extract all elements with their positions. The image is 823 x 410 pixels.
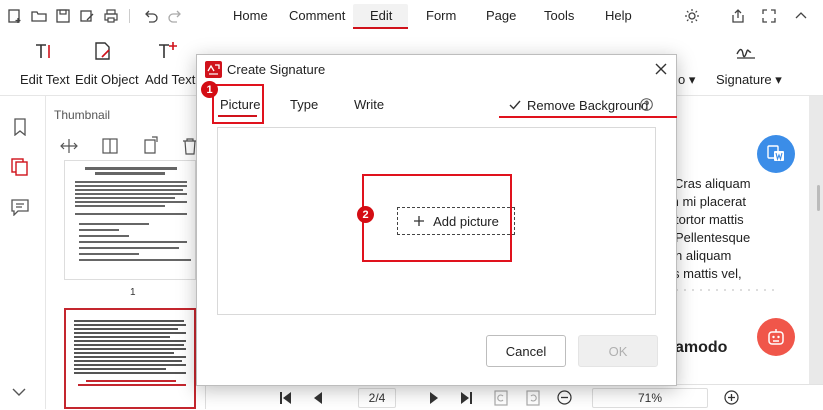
doc-line-5: n aliquam bbox=[675, 248, 732, 263]
rotate-right-icon[interactable] bbox=[526, 390, 540, 406]
remove-background-checkbox[interactable] bbox=[508, 98, 522, 112]
doc-line-6: s mattis vel, bbox=[673, 266, 742, 281]
convert-word-icon bbox=[767, 145, 784, 161]
edit-object-icon bbox=[95, 42, 110, 60]
redo-icon[interactable] bbox=[167, 8, 183, 24]
callout-1: 1 bbox=[201, 81, 218, 98]
doc-line-1: Cras aliquam bbox=[674, 176, 751, 191]
save-icon[interactable] bbox=[55, 8, 71, 24]
doc-line-4: Pellentesque bbox=[675, 230, 751, 245]
thumbnail-page-1[interactable] bbox=[64, 160, 196, 280]
thumbnail-panel: Thumbnail 1 bbox=[46, 96, 206, 409]
rotate-left-icon[interactable] bbox=[494, 390, 508, 406]
bottom-navigation-bar: 2/4 71% bbox=[206, 384, 823, 409]
extract-page-icon[interactable] bbox=[142, 136, 160, 154]
zoom-level[interactable]: 71% bbox=[592, 388, 708, 408]
signature-icon bbox=[736, 48, 755, 59]
bookmark-icon[interactable] bbox=[12, 118, 28, 136]
annotation-box-picture bbox=[212, 84, 264, 124]
add-text-button[interactable]: Add Text bbox=[145, 72, 195, 87]
menu-form[interactable]: Form bbox=[426, 8, 456, 23]
thumbnail-page-2-preview bbox=[74, 320, 186, 386]
collapse-chevron-icon[interactable] bbox=[793, 8, 809, 24]
edit-text-button[interactable]: Edit Text bbox=[20, 72, 70, 87]
theme-sun-icon[interactable] bbox=[684, 8, 700, 24]
edit-save-icon[interactable] bbox=[79, 8, 95, 24]
menu-tools[interactable]: Tools bbox=[544, 8, 574, 23]
zoom-in-icon[interactable] bbox=[724, 390, 739, 405]
title-bar: Home Comment Edit Form Page Tools Help bbox=[0, 0, 823, 32]
vertical-scrollbar[interactable] bbox=[817, 185, 820, 211]
tab-write[interactable]: Write bbox=[354, 97, 384, 112]
last-page-icon[interactable] bbox=[459, 391, 473, 405]
fit-width-icon[interactable] bbox=[60, 138, 78, 154]
ai-assistant-button[interactable] bbox=[757, 318, 795, 356]
zoom-out-icon[interactable] bbox=[557, 390, 572, 405]
signature-button[interactable]: Signature ▾ bbox=[716, 72, 782, 88]
app-logo-icon bbox=[205, 61, 222, 78]
doc-dotted-separator bbox=[668, 289, 778, 291]
add-text-icon bbox=[159, 42, 177, 58]
menu-home[interactable]: Home bbox=[233, 8, 268, 23]
fullscreen-icon[interactable] bbox=[761, 8, 777, 24]
callout-2: 2 bbox=[357, 206, 374, 223]
menu-comment[interactable]: Comment bbox=[289, 8, 345, 23]
edit-text-icon bbox=[36, 44, 50, 58]
annotation-box-add-picture bbox=[362, 174, 512, 262]
share-icon[interactable] bbox=[730, 8, 746, 24]
annotation-underline-remove-bg bbox=[499, 116, 677, 118]
thumbnail-title: Thumbnail bbox=[54, 108, 111, 122]
menu-help[interactable]: Help bbox=[605, 8, 632, 23]
edit-object-button[interactable]: Edit Object bbox=[75, 72, 139, 87]
robot-icon bbox=[768, 329, 784, 345]
doc-line-3: tortor mattis bbox=[675, 212, 744, 227]
first-page-icon[interactable] bbox=[279, 391, 293, 405]
thumbnail-page-1-preview bbox=[75, 167, 191, 261]
active-tab-indicator bbox=[353, 27, 408, 29]
cancel-button[interactable]: Cancel bbox=[486, 335, 566, 367]
new-file-icon[interactable] bbox=[7, 8, 23, 24]
ribbon-partial-dropdown[interactable]: o ▾ bbox=[678, 72, 695, 88]
close-icon[interactable] bbox=[654, 62, 668, 76]
page-indicator[interactable]: 2/4 bbox=[358, 388, 396, 408]
open-folder-icon[interactable] bbox=[31, 8, 47, 24]
previous-page-icon[interactable] bbox=[312, 391, 324, 405]
convert-to-word-button[interactable] bbox=[757, 135, 795, 173]
doc-heading-fragment: amodo bbox=[675, 339, 728, 356]
remove-background-label[interactable]: Remove Background bbox=[527, 98, 648, 113]
menu-edit[interactable]: Edit bbox=[370, 8, 392, 23]
create-signature-dialog: Create Signature Picture Type Write Remo… bbox=[196, 54, 677, 386]
doc-line-2: m mi placerat bbox=[668, 194, 747, 209]
comment-icon[interactable] bbox=[11, 198, 29, 216]
left-navigation bbox=[0, 96, 46, 409]
tab-type[interactable]: Type bbox=[290, 97, 318, 112]
ok-button[interactable]: OK bbox=[578, 335, 658, 367]
menu-page[interactable]: Page bbox=[486, 8, 516, 23]
thumbnail-page-2[interactable] bbox=[64, 308, 196, 409]
undo-icon[interactable] bbox=[143, 8, 159, 24]
thumbnail-pages-icon[interactable] bbox=[11, 158, 29, 176]
help-question-icon[interactable] bbox=[640, 98, 653, 111]
toolbar-divider bbox=[129, 9, 130, 23]
dialog-title: Create Signature bbox=[227, 62, 326, 77]
print-icon[interactable] bbox=[103, 8, 119, 24]
thumbnail-page-number: 1 bbox=[130, 287, 136, 298]
next-page-icon[interactable] bbox=[428, 391, 440, 405]
split-page-icon[interactable] bbox=[101, 138, 119, 154]
expand-chevron-icon[interactable] bbox=[11, 386, 27, 398]
